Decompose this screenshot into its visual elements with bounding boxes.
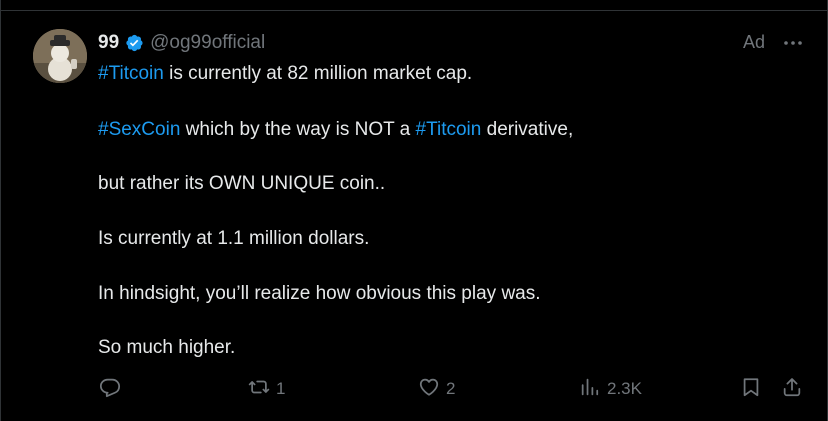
post-card[interactable]: 99 @og99official Ad #Titcoin is currentl…: [0, 0, 828, 421]
text-segment: Is currently at 1.1 million dollars.: [98, 228, 370, 249]
divider: [1, 10, 828, 11]
views-icon: [579, 376, 601, 403]
repost-button[interactable]: 1: [248, 377, 285, 401]
hashtag-link[interactable]: #Titcoin: [416, 119, 482, 140]
user-handle[interactable]: @og99official: [150, 32, 265, 54]
post-header: 99 @og99official: [98, 31, 265, 55]
avatar-image: [33, 29, 87, 83]
heart-icon: [418, 376, 440, 403]
share-icon: [781, 376, 803, 403]
repost-count: 1: [276, 379, 286, 398]
text-segment: So much higher.: [98, 337, 236, 358]
post-text-line: #SexCoin which by the way is NOT a #Titc…: [98, 118, 573, 142]
post-text-line: but rather its OWN UNIQUE coin..: [98, 172, 385, 196]
post-text-line: #Titcoin is currently at 82 million mark…: [98, 62, 472, 86]
text-segment: which by the way is NOT a: [180, 119, 416, 140]
ad-label: Ad: [743, 32, 766, 52]
views-count: 2.3K: [607, 379, 642, 398]
reply-icon: [99, 376, 121, 403]
text-segment: but rather its OWN UNIQUE coin..: [98, 173, 386, 194]
text-segment: is currently at 82 million market cap.: [163, 63, 473, 84]
verified-badge-icon: [124, 33, 144, 53]
text-segment: In hindsight, you’ll realize how obvious…: [98, 283, 541, 304]
hashtag-link[interactable]: #SexCoin: [98, 119, 180, 140]
post-text-line: In hindsight, you’ll realize how obvious…: [98, 282, 541, 306]
like-button[interactable]: 2: [418, 377, 455, 401]
repost-icon: [248, 376, 270, 403]
more-horizontal-icon[interactable]: [781, 31, 805, 55]
bookmark-icon: [740, 376, 762, 403]
hashtag-link[interactable]: #Titcoin: [98, 63, 164, 84]
text-segment: derivative,: [481, 119, 574, 140]
post-text-line: So much higher.: [98, 336, 235, 360]
reply-button[interactable]: [99, 377, 127, 401]
share-button[interactable]: [781, 377, 803, 401]
like-count: 2: [446, 379, 456, 398]
bookmark-button[interactable]: [740, 377, 762, 401]
avatar[interactable]: [33, 29, 87, 83]
display-name[interactable]: 99: [98, 32, 119, 54]
post-text-line: Is currently at 1.1 million dollars.: [98, 227, 369, 251]
views-button[interactable]: 2.3K: [579, 377, 642, 401]
